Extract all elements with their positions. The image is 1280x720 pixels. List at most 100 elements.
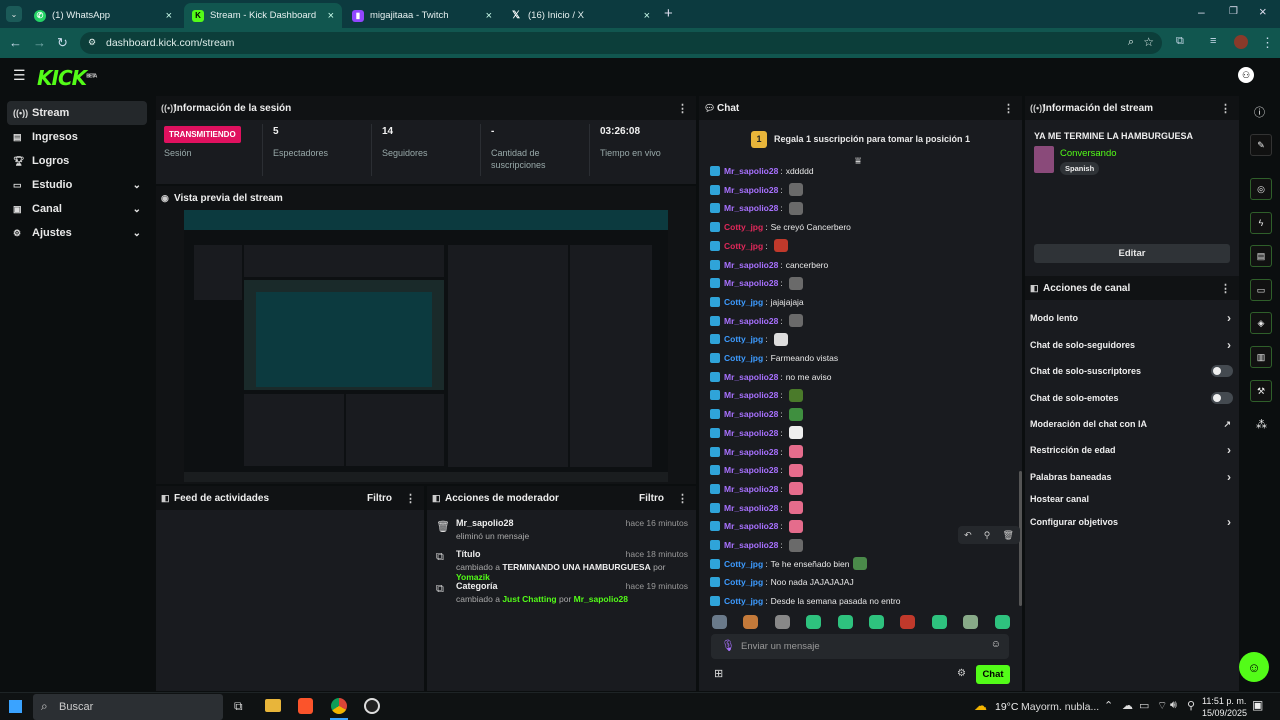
chat-username[interactable]: Mr_sapolio28 bbox=[724, 428, 778, 438]
tab-twitch[interactable]: ▮ migajitaaa - Twitch × bbox=[344, 3, 500, 28]
info-icon[interactable]: ⓘ bbox=[1254, 104, 1265, 120]
stream-preview-video[interactable] bbox=[184, 210, 668, 482]
host-channel-item[interactable]: Hostear canal bbox=[1030, 490, 1235, 508]
maximize-button[interactable]: ❐ bbox=[1229, 6, 1238, 17]
banned-words-item[interactable]: Palabras baneadas › bbox=[1030, 468, 1235, 486]
gift-icon[interactable]: ⊞ bbox=[714, 667, 723, 680]
more-options-icon[interactable]: ⋮ bbox=[677, 492, 688, 505]
tray-battery-icon[interactable]: ▭ bbox=[1139, 699, 1149, 712]
sidebar-item-estudio[interactable]: ▭ Estudio ⌄ bbox=[7, 173, 147, 197]
emoji-icon[interactable]: ☺ bbox=[991, 639, 1001, 650]
volume-icon[interactable]: 🔊︎ bbox=[1170, 699, 1177, 712]
weather-desc[interactable]: Mayorm. nubla... bbox=[1021, 701, 1099, 713]
chat-username[interactable]: Mr_sapolio28 bbox=[724, 260, 778, 270]
windows-start-icon[interactable] bbox=[9, 700, 22, 713]
sidebar-item-ingresos[interactable]: ▤ Ingresos bbox=[7, 125, 147, 149]
more-options-icon[interactable]: ⋮ bbox=[1003, 102, 1014, 115]
sidebar-item-ajustes[interactable]: ⚙ Ajustes ⌄ bbox=[7, 221, 147, 245]
chat-settings-icon[interactable]: ⚙ bbox=[957, 668, 966, 679]
lightning-tool-icon[interactable]: ϟ bbox=[1250, 212, 1272, 234]
sidebar-item-stream[interactable]: ((•)) Stream bbox=[7, 101, 147, 125]
task-view-icon[interactable]: ⧉ bbox=[234, 699, 243, 714]
close-icon[interactable]: × bbox=[166, 10, 172, 22]
chat-tool-icon[interactable]: ▭ bbox=[1250, 279, 1272, 301]
chat-username[interactable]: Cotty_jpg bbox=[724, 334, 763, 344]
clock-time[interactable]: 11:51 p. m. bbox=[1202, 696, 1246, 706]
ai-moderation-item[interactable]: Moderación del chat con IA ↗ bbox=[1030, 415, 1235, 433]
brave-icon[interactable] bbox=[298, 698, 313, 714]
edit-button[interactable]: Editar bbox=[1034, 244, 1230, 263]
tab-x[interactable]: 𝕏 (16) Inicio / X × bbox=[502, 3, 658, 28]
tab-kick[interactable]: K Stream - Kick Dashboard × bbox=[184, 3, 342, 28]
extensions-icon[interactable]: ⧉ bbox=[1176, 35, 1184, 48]
broadcast-tool-icon[interactable]: ◈ bbox=[1250, 312, 1272, 334]
quick-emote-icon[interactable] bbox=[963, 615, 979, 629]
profile-avatar[interactable] bbox=[1234, 35, 1248, 49]
weather-temp[interactable]: 19°C bbox=[995, 701, 1018, 713]
tray-chevron-icon[interactable]: ⌃ bbox=[1104, 699, 1113, 712]
quick-emote-icon[interactable] bbox=[774, 615, 790, 629]
quick-emote-icon[interactable] bbox=[837, 615, 853, 629]
clipboard-tool-icon[interactable]: ▤ bbox=[1250, 245, 1272, 267]
close-window-button[interactable]: × bbox=[1259, 4, 1267, 19]
tab-whatsapp[interactable]: ✆ (1) WhatsApp × bbox=[26, 3, 180, 28]
media-icon[interactable]: ≡ bbox=[1210, 35, 1216, 47]
scroll-to-latest-icon[interactable]: ⩸ bbox=[855, 156, 861, 167]
chevron-down-icon[interactable]: ⌄ bbox=[133, 204, 141, 215]
quick-emote-icon[interactable] bbox=[869, 615, 884, 629]
chat-message[interactable]: Cotty_jpg: jajajajaja bbox=[710, 295, 804, 309]
more-options-icon[interactable]: ⋮ bbox=[405, 492, 416, 505]
wrench-tool-icon[interactable]: ⚒ bbox=[1250, 380, 1272, 402]
chat-username[interactable]: Mr_sapolio28 bbox=[724, 185, 778, 195]
chat-message[interactable]: Mr_sapolio28: bbox=[710, 482, 803, 496]
chrome-icon[interactable] bbox=[331, 698, 347, 714]
hamburger-menu-icon[interactable]: ☰ bbox=[13, 67, 26, 84]
quick-emote-icon[interactable] bbox=[931, 615, 947, 629]
back-icon[interactable]: ← bbox=[9, 35, 22, 50]
quick-emote-icon[interactable] bbox=[994, 615, 1010, 629]
subscribers-only-toggle[interactable] bbox=[1211, 365, 1233, 377]
gift-sub-banner[interactable]: 1 Regala 1 suscripción para tomar la pos… bbox=[699, 124, 1022, 154]
chat-username[interactable]: Mr_sapolio28 bbox=[724, 447, 778, 457]
tray-apps-icon[interactable]: ☁ bbox=[1122, 699, 1133, 712]
close-icon[interactable]: × bbox=[328, 10, 334, 22]
chat-username[interactable]: Mr_sapolio28 bbox=[724, 390, 778, 400]
edit-tool-icon[interactable]: ✎ bbox=[1250, 134, 1272, 156]
tab-search-button[interactable]: ⌄ bbox=[6, 6, 22, 22]
chat-username[interactable]: Cotty_jpg bbox=[724, 222, 763, 232]
chat-message[interactable]: Mr_sapolio28: bbox=[710, 183, 803, 197]
chat-username[interactable]: Mr_sapolio28 bbox=[724, 278, 778, 288]
mod-user[interactable]: Mr_sapolio28 bbox=[574, 594, 628, 604]
chat-username[interactable]: Mr_sapolio28 bbox=[724, 540, 778, 550]
minimize-button[interactable]: – bbox=[1198, 5, 1205, 19]
chat-message[interactable]: Mr_sapolio28: bbox=[710, 501, 803, 515]
more-options-icon[interactable]: ⋮ bbox=[677, 102, 688, 115]
age-restriction-item[interactable]: Restricción de edad › bbox=[1030, 441, 1235, 459]
reply-icon[interactable]: ↶ bbox=[964, 530, 972, 541]
chat-message[interactable]: Cotty_jpg: bbox=[710, 239, 788, 253]
microphone-icon[interactable]: 🎙︎ bbox=[721, 639, 735, 652]
chat-username[interactable]: Cotty_jpg bbox=[724, 577, 763, 587]
filter-button[interactable]: Filtro bbox=[639, 493, 664, 504]
chat-message[interactable]: Cotty_jpg: bbox=[710, 332, 788, 346]
kick-logo[interactable]: KICKBETA bbox=[37, 66, 97, 90]
close-icon[interactable]: × bbox=[486, 10, 492, 22]
bookmark-star-icon[interactable]: ☆ bbox=[1143, 35, 1154, 49]
chat-username[interactable]: Cotty_jpg bbox=[724, 353, 763, 363]
chat-message[interactable]: Mr_sapolio28: bbox=[710, 201, 803, 215]
reload-icon[interactable]: ↻ bbox=[57, 35, 68, 51]
chat-message[interactable]: Cotty_jpg: Farmeando vistas bbox=[710, 351, 838, 365]
chat-message[interactable]: Mr_sapolio28: cancerbero bbox=[710, 258, 828, 272]
site-info-icon[interactable]: ⚙ bbox=[88, 37, 96, 48]
chat-message[interactable]: Mr_sapolio28: bbox=[710, 519, 803, 533]
camera-tool-icon[interactable]: ◎ bbox=[1250, 178, 1272, 200]
emotes-only-toggle[interactable] bbox=[1211, 392, 1233, 404]
chat-username[interactable]: Mr_sapolio28 bbox=[724, 503, 778, 513]
chat-username[interactable]: Mr_sapolio28 bbox=[724, 484, 778, 494]
layers-tool-icon[interactable]: ▥ bbox=[1250, 346, 1272, 368]
file-explorer-icon[interactable] bbox=[265, 699, 281, 712]
add-widget-icon[interactable]: ⁂ bbox=[1256, 418, 1267, 431]
chat-input[interactable]: 🎙︎ Enviar un mensaje ☺ bbox=[711, 634, 1009, 659]
chat-username[interactable]: Mr_sapolio28 bbox=[724, 372, 778, 382]
close-icon[interactable]: × bbox=[644, 10, 650, 22]
